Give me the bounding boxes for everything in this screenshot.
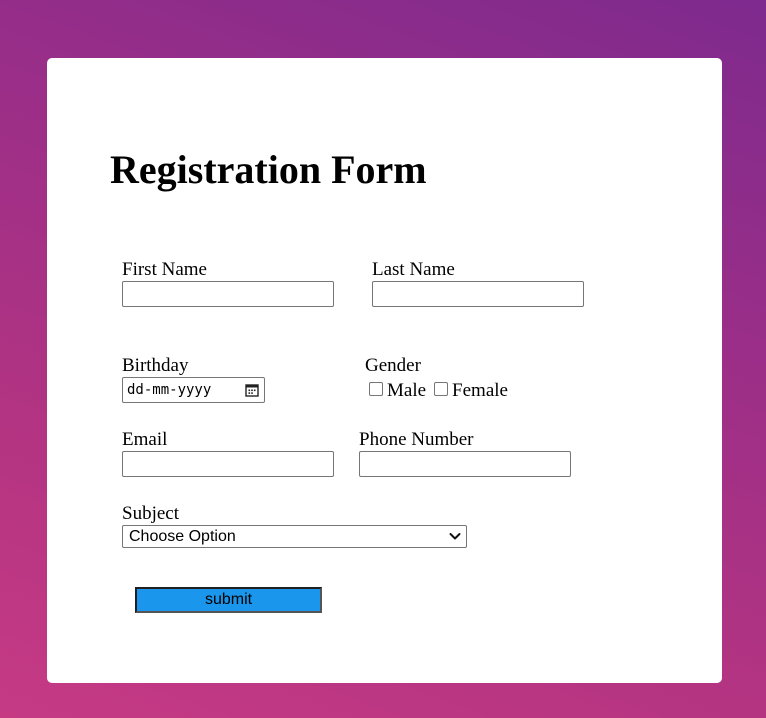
phone-label: Phone Number	[359, 429, 474, 450]
last-name-input[interactable]	[372, 281, 584, 307]
birthday-input[interactable]: dd-mm-yyyy	[122, 377, 265, 403]
subject-select[interactable]: Choose Option	[122, 525, 467, 548]
phone-input[interactable]	[359, 451, 571, 477]
gender-female-checkbox[interactable]	[434, 382, 449, 396]
chevron-down-icon	[449, 533, 461, 540]
first-name-label: First Name	[122, 259, 207, 280]
registration-card: Registration Form First Name Last Name B…	[47, 58, 722, 683]
form-title: Registration Form	[110, 147, 427, 192]
subject-selected-value: Choose Option	[129, 528, 236, 545]
email-label: Email	[122, 429, 168, 450]
gender-field: Gender Male Female	[365, 355, 512, 403]
gender-options: Male Female	[365, 379, 512, 403]
email-field: Email	[122, 429, 334, 477]
first-name-field: First Name	[122, 259, 334, 307]
birthday-placeholder: dd-mm-yyyy	[127, 382, 212, 398]
gender-label: Gender	[365, 355, 421, 376]
subject-label: Subject	[122, 503, 179, 524]
first-name-input[interactable]	[122, 281, 334, 307]
subject-field: Subject Choose Option	[122, 503, 467, 548]
birthday-label: Birthday	[122, 355, 189, 376]
gender-male-checkbox[interactable]	[369, 382, 383, 396]
email-input[interactable]	[122, 451, 334, 477]
phone-field: Phone Number	[359, 429, 571, 477]
last-name-label: Last Name	[372, 259, 455, 280]
gender-female-label: Female	[452, 380, 508, 401]
submit-button[interactable]: submit	[135, 587, 322, 613]
calendar-icon[interactable]	[245, 383, 259, 397]
gender-male-label: Male	[387, 380, 427, 401]
last-name-field: Last Name	[372, 259, 584, 307]
birthday-field: Birthday dd-mm-yyyy	[122, 355, 265, 403]
